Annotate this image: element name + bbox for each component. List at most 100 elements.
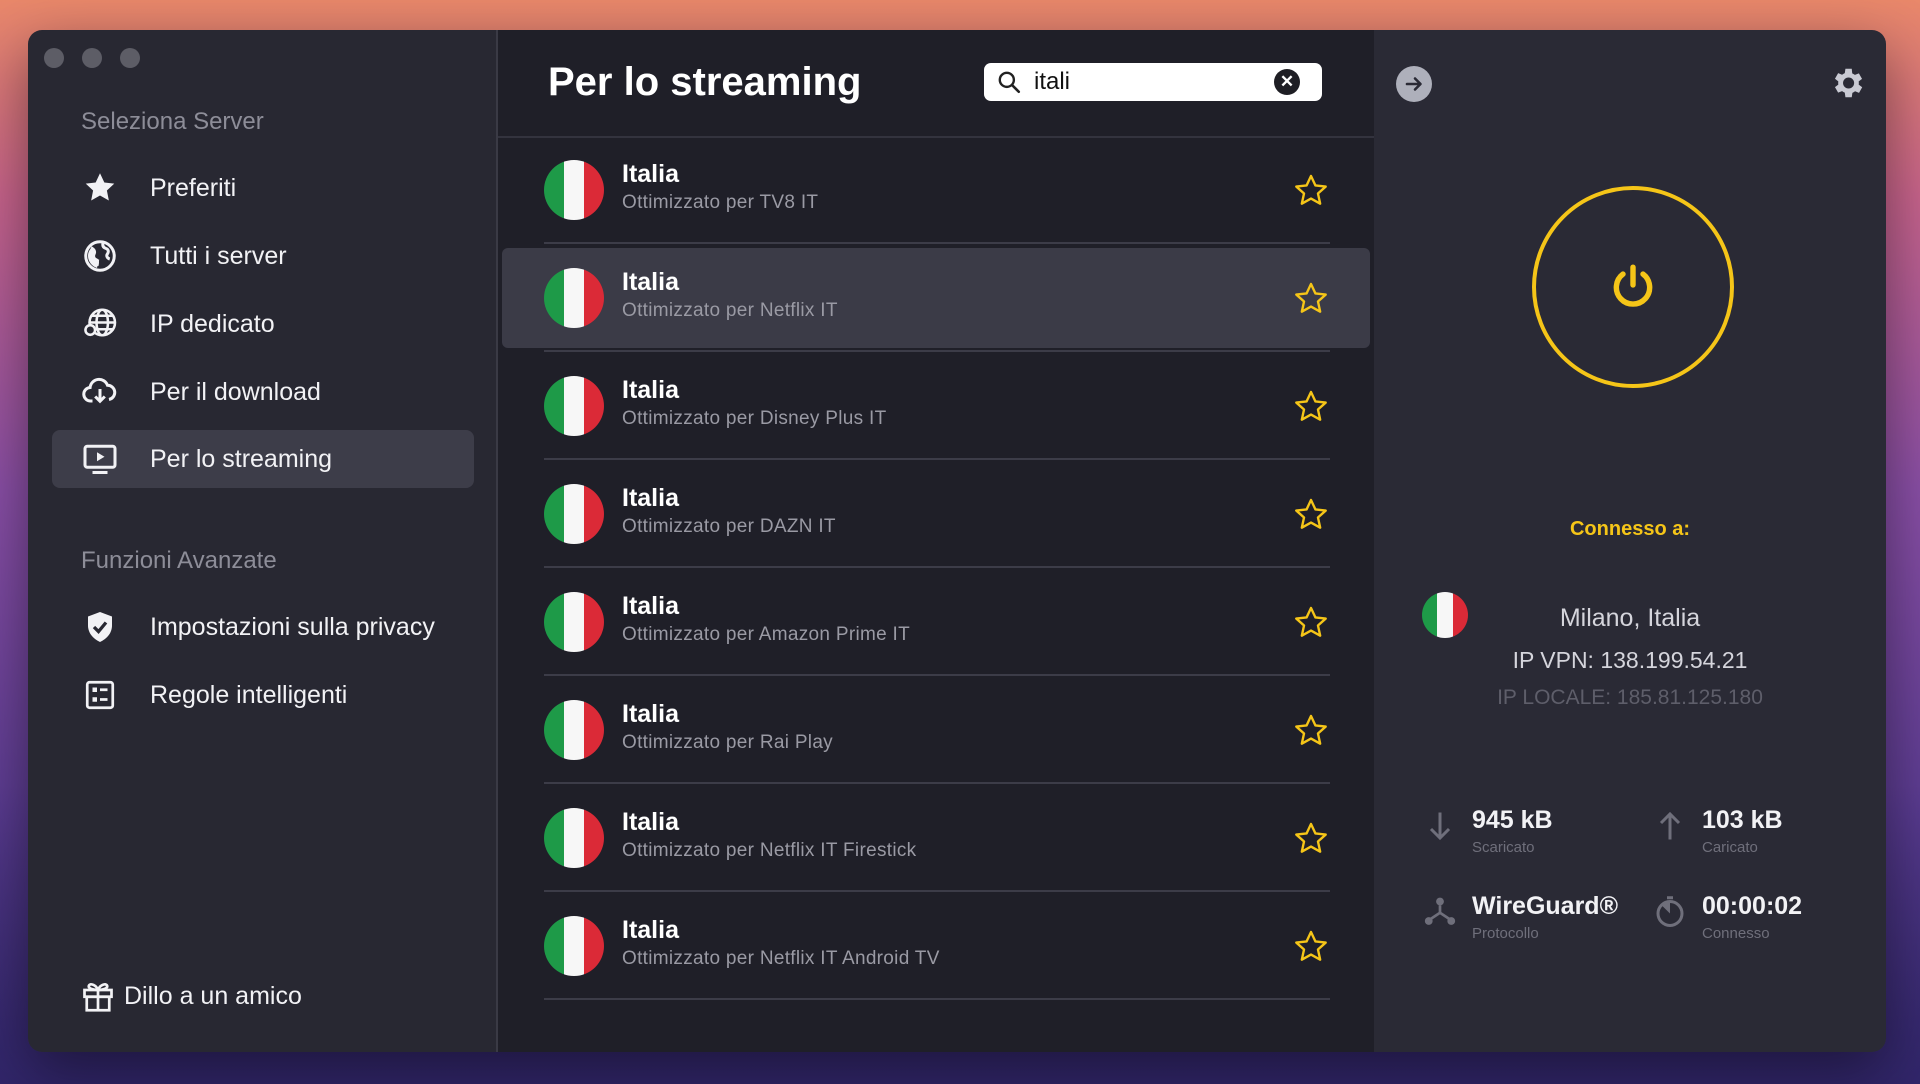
server-name: Italia (622, 808, 679, 836)
list-header: Per lo streaming ✕ (498, 30, 1374, 138)
server-description: Ottimizzato per Disney Plus IT (622, 408, 887, 429)
favorite-star-icon[interactable] (1292, 280, 1330, 318)
settings-gear-icon[interactable] (1828, 64, 1866, 102)
server-row[interactable]: Italia Ottimizzato per Rai Play (498, 676, 1374, 784)
page-title: Per lo streaming (548, 60, 862, 104)
duration-label: Connesso (1702, 925, 1770, 942)
search-input[interactable] (1032, 67, 1268, 97)
arrow-up-icon (1659, 811, 1681, 840)
sidebar-item-dedicated-ip[interactable]: IP dedicato (52, 295, 474, 353)
gift-icon (80, 978, 116, 1014)
search-icon (996, 69, 1022, 95)
server-name: Italia (622, 592, 679, 620)
download-value: 945 kB (1472, 806, 1553, 834)
download-label: Scaricato (1472, 839, 1535, 856)
favorite-star-icon[interactable] (1292, 712, 1330, 750)
italy-flag-icon (544, 268, 604, 328)
sidebar-item-all-servers[interactable]: Tutti i server (52, 227, 474, 285)
protocol-stat: WireGuard® Protocollo (1422, 892, 1618, 942)
close-window-button[interactable] (44, 48, 64, 68)
server-description: Ottimizzato per Netflix IT (622, 300, 838, 321)
italy-flag-icon (544, 592, 604, 652)
search-box: ✕ (984, 63, 1322, 101)
sidebar: Seleziona Server Preferiti Tutti i serve… (28, 30, 498, 1052)
sidebar-item-label: Preferiti (150, 173, 237, 202)
sidebar-item-label: Per lo streaming (150, 444, 333, 473)
zoom-window-button[interactable] (120, 48, 140, 68)
invite-label: Dillo a un amico (124, 981, 302, 1010)
server-list: Italia Ottimizzato per TV8 IT Italia Ott… (498, 136, 1374, 1000)
server-name: Italia (622, 268, 679, 296)
italy-flag-icon (544, 160, 604, 220)
server-row[interactable]: Italia Ottimizzato per Netflix IT Androi… (498, 892, 1374, 1000)
italy-flag-icon (544, 484, 604, 544)
download-stat: 945 kB Scaricato (1422, 806, 1553, 856)
window-controls (44, 48, 140, 68)
collapse-panel-button[interactable] (1396, 66, 1432, 102)
app-window: Seleziona Server Preferiti Tutti i serve… (28, 30, 1886, 1052)
power-icon (1613, 264, 1653, 307)
minimize-window-button[interactable] (82, 48, 102, 68)
row-highlight (502, 248, 1370, 348)
favorite-star-icon[interactable] (1292, 496, 1330, 534)
server-list-panel: Per lo streaming ✕ Italia Ottimizzato pe… (498, 30, 1374, 1052)
star-icon (80, 168, 120, 208)
sidebar-item-privacy[interactable]: Impostazioni sulla privacy (52, 598, 474, 656)
server-description: Ottimizzato per TV8 IT (622, 192, 819, 213)
italy-flag-icon (544, 376, 604, 436)
arrow-right-icon (1405, 77, 1422, 91)
server-description: Ottimizzato per Rai Play (622, 732, 833, 753)
sidebar-item-favorites[interactable]: Preferiti (52, 159, 474, 217)
sidebar-item-download[interactable]: Per il download (52, 363, 474, 421)
italy-flag-icon (544, 700, 604, 760)
italy-flag-icon (544, 808, 604, 868)
vpn-ip: IP VPN: 138.199.54.21 (1512, 647, 1748, 673)
duration-value: 00:00:02 (1702, 892, 1803, 920)
row-divider (544, 998, 1330, 1000)
shield-check-icon (80, 607, 120, 647)
clear-search-icon[interactable]: ✕ (1274, 69, 1300, 95)
protocol-label: Protocollo (1472, 925, 1539, 942)
server-row[interactable]: Italia Ottimizzato per Netflix IT (498, 244, 1374, 352)
cloud-download-icon (80, 372, 120, 412)
server-row[interactable]: Italia Ottimizzato per TV8 IT (498, 136, 1374, 244)
sidebar-item-label: Tutti i server (150, 241, 287, 270)
upload-stat: 103 kB Caricato (1652, 806, 1783, 856)
local-ip: IP LOCALE: 185.81.125.180 (1497, 686, 1763, 709)
server-row[interactable]: Italia Ottimizzato per Disney Plus IT (498, 352, 1374, 460)
connected-location: Milano, Italia (1559, 604, 1701, 632)
sidebar-item-label: Impostazioni sulla privacy (150, 612, 435, 641)
server-row[interactable]: Italia Ottimizzato per Amazon Prime IT (498, 568, 1374, 676)
connected-label: Connesso a: (1569, 518, 1691, 540)
favorite-star-icon[interactable] (1292, 604, 1330, 642)
sidebar-item-smart-rules[interactable]: Regole intelligenti (52, 666, 474, 724)
invite-friend-button[interactable]: Dillo a un amico (80, 978, 302, 1014)
favorite-star-icon[interactable] (1292, 388, 1330, 426)
upload-label: Caricato (1702, 839, 1758, 856)
server-name: Italia (622, 376, 679, 404)
duration-stat: 00:00:02 Connesso (1652, 892, 1802, 942)
server-description: Ottimizzato per Netflix IT Firestick (622, 840, 917, 861)
server-description: Ottimizzato per Netflix IT Android TV (622, 948, 940, 969)
sidebar-item-streaming[interactable]: Per lo streaming (52, 430, 474, 488)
timer-icon (1656, 896, 1684, 927)
server-name: Italia (622, 700, 679, 728)
favorite-star-icon[interactable] (1292, 172, 1330, 210)
server-row[interactable]: Italia Ottimizzato per Netflix IT Firest… (498, 784, 1374, 892)
favorite-star-icon[interactable] (1292, 820, 1330, 858)
sidebar-item-label: Per il download (150, 377, 321, 406)
section-title-advanced: Funzioni Avanzate (81, 547, 277, 574)
server-description: Ottimizzato per Amazon Prime IT (622, 624, 911, 645)
power-toggle-button[interactable] (1532, 186, 1734, 388)
server-row[interactable]: Italia Ottimizzato per DAZN IT (498, 460, 1374, 568)
sidebar-item-label: Regole intelligenti (150, 680, 348, 709)
favorite-star-icon[interactable] (1292, 928, 1330, 966)
tv-play-icon (80, 439, 120, 479)
connection-status-panel: Connesso a: Milano, Italia IP VPN: 138.1… (1374, 30, 1886, 1052)
server-description: Ottimizzato per DAZN IT (622, 516, 836, 537)
rules-icon (80, 675, 120, 715)
section-title-select-server: Seleziona Server (81, 108, 264, 135)
protocol-nodes-icon (1424, 897, 1456, 925)
server-name: Italia (622, 160, 679, 188)
server-name: Italia (622, 484, 679, 512)
